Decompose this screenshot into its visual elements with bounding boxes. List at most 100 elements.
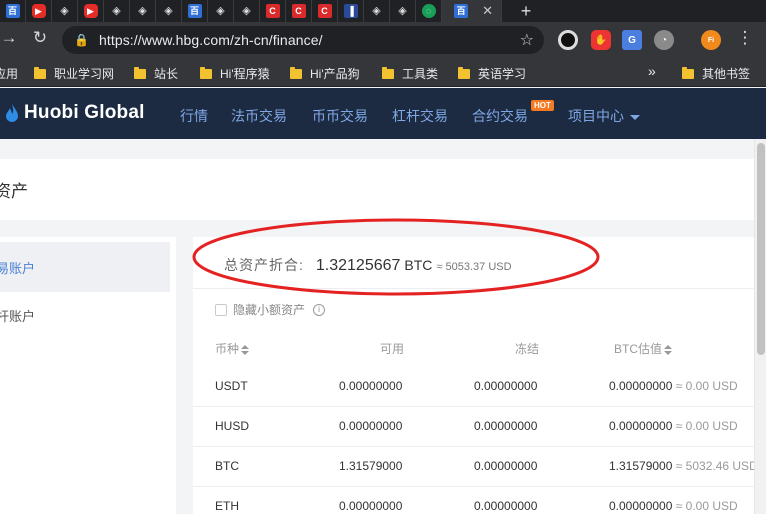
youtube-icon: ▶ — [31, 4, 46, 18]
bookmark-folder[interactable]: 职业学习网 — [34, 65, 114, 82]
browser-tab[interactable]: 百 — [0, 0, 26, 22]
unity-icon: ◈ — [138, 5, 147, 17]
folder-icon — [290, 66, 302, 79]
c-red-icon: C — [291, 4, 306, 18]
translate-icon[interactable]: G — [622, 30, 642, 50]
cell-coin: HUSD — [215, 419, 250, 433]
browser-tab[interactable]: ◈ — [208, 0, 234, 22]
nav-projects[interactable]: 项目中心 — [568, 106, 640, 126]
reload-icon[interactable]: ↻ — [27, 28, 53, 48]
nav-exchange[interactable]: 币币交易 — [312, 106, 368, 126]
unity-icon: ◈ — [112, 5, 121, 17]
info-icon[interactable]: i — [313, 303, 326, 316]
address-bar-url[interactable]: https://www.hbg.com/zh-cn/finance/ — [99, 32, 520, 48]
column-header-available: 可用 — [380, 342, 405, 356]
bookmark-folder[interactable]: 工具类 — [382, 65, 438, 82]
adblock-icon[interactable]: ✋ — [591, 30, 611, 50]
tab-close-icon[interactable]: ✕ — [482, 3, 493, 19]
sidebar-item-exchange-account[interactable]: 易账户 — [0, 242, 170, 292]
browser-tab[interactable]: ◈ — [364, 0, 390, 22]
bookmark-folder[interactable]: Hi'产品狗 — [290, 65, 360, 82]
sort-icon — [241, 344, 250, 355]
table-row: USDT 0.00000000 0.00000000 0.00000000 ≈ … — [193, 367, 754, 407]
baidu-icon: 百 — [187, 4, 202, 18]
browser-tab[interactable]: ◈ — [390, 0, 416, 22]
browser-tab[interactable]: C — [260, 0, 286, 22]
cell-available: 1.31579000 — [339, 459, 403, 473]
table-row: ETH 0.00000000 0.00000000 0.00000000 ≈ 0… — [193, 487, 754, 514]
nav-market[interactable]: 行情 — [180, 106, 208, 126]
bookmark-star-icon[interactable]: ☆ — [520, 30, 534, 50]
c-red-icon: C — [265, 4, 280, 18]
column-header-frozen: 冻结 — [515, 342, 540, 356]
menu-icon[interactable]: ⋮ — [732, 28, 758, 48]
table-row: BTC 1.31579000 0.00000000 1.31579000 ≈ 5… — [193, 447, 758, 487]
folder-icon — [458, 66, 470, 79]
forward-icon[interactable]: → — [0, 28, 22, 48]
browser-tab[interactable]: ◈ — [130, 0, 156, 22]
bookmark-folder[interactable]: 英语学习 — [458, 65, 526, 82]
hide-small-checkbox[interactable] — [215, 303, 227, 316]
unity-icon: ◈ — [216, 5, 225, 17]
sidebar-item-margin-account[interactable]: 杆账户 — [0, 290, 170, 340]
bookmarks-overflow-icon[interactable]: » — [648, 63, 656, 79]
total-btc-unit: BTC — [404, 257, 433, 273]
browser-tab[interactable]: C — [286, 0, 312, 22]
cell-btc-value: 0.00000000 ≈ 0.00 USD — [609, 499, 738, 513]
c-red-icon: C — [317, 4, 332, 18]
nav-otc-trade[interactable]: 法币交易 — [231, 106, 287, 126]
bookmark-folder[interactable]: Hi'程序猿 — [200, 65, 270, 82]
hot-badge: HOT — [531, 100, 554, 111]
hide-small-assets-toggle[interactable]: 隐藏小额资产 i — [215, 301, 326, 318]
browser-tab[interactable]: ◌ — [416, 0, 442, 22]
browser-tab[interactable]: C — [312, 0, 338, 22]
total-usd-value: ≈ 5053.37 USD — [436, 261, 512, 273]
browser-tab[interactable]: ◈ — [52, 0, 78, 22]
nav-contract[interactable]: 合约交易 — [472, 106, 528, 126]
browser-tab[interactable]: ◈ — [104, 0, 130, 22]
address-bar[interactable]: 🔒 https://www.hbg.com/zh-cn/finance/ ☆ — [62, 26, 544, 54]
total-assets-label: 总资产折合: — [224, 257, 304, 273]
huobi-flame-icon — [6, 104, 18, 122]
tool-icon: ▐ — [343, 4, 358, 18]
cell-available: 0.00000000 — [339, 379, 403, 393]
column-header-btc-value[interactable]: BTC估值 — [614, 340, 673, 357]
browser-tab-active[interactable]: 百 ✕ — [442, 0, 502, 22]
column-header-coin[interactable]: 币种 — [215, 340, 250, 357]
chevron-down-icon — [630, 114, 640, 120]
cell-available: 0.00000000 — [339, 499, 403, 513]
bookmark-folder[interactable]: 站长 — [134, 65, 178, 82]
cell-btc-value: 0.00000000 ≈ 0.00 USD — [609, 379, 738, 393]
scrollbar-thumb[interactable] — [757, 143, 765, 355]
bookmark-apps[interactable]: 应用 — [0, 65, 18, 82]
divider — [193, 288, 754, 289]
new-tab-button[interactable]: + — [516, 1, 536, 22]
browser-tab[interactable]: ▶ — [26, 0, 52, 22]
total-assets: 总资产折合: 1.32125667 BTC ≈ 5053.37 USD — [224, 255, 512, 275]
browser-tab[interactable]: ▐ — [338, 0, 364, 22]
bookmarks-bar: 应用 职业学习网 站长 Hi'程序猿 Hi'产品狗 工具类 英语学习 » 其他书… — [0, 58, 766, 87]
profile-avatar[interactable]: Fi — [701, 30, 721, 50]
bookmark-other[interactable]: 其他书签 — [682, 65, 750, 82]
browser-tab[interactable]: ◈ — [156, 0, 182, 22]
nav-margin[interactable]: 杠杆交易 — [392, 106, 448, 126]
extension-circle-icon[interactable] — [558, 30, 578, 50]
unity-icon: ◈ — [60, 5, 69, 17]
logo-text: Huobi Global — [24, 102, 145, 123]
account-sidebar: 易账户 杆账户 — [0, 237, 176, 514]
page-scrollbar[interactable] — [754, 139, 766, 514]
browser-tab-strip: 百 ▶ ◈ ▶ ◈ ◈ ◈ 百 ◈ ◈ C C C ▐ ◈ ◈ ◌ 百 ✕ + — [0, 0, 766, 22]
browser-toolbar: → ↻ 🔒 https://www.hbg.com/zh-cn/finance/… — [0, 22, 766, 58]
extension-gray-icon[interactable]: ◔ — [654, 30, 674, 50]
browser-tab[interactable]: 百 — [182, 0, 208, 22]
unity-icon: ◈ — [398, 5, 407, 17]
folder-icon — [34, 66, 46, 79]
site-logo[interactable]: Huobi Global — [6, 102, 145, 124]
assets-panel: 总资产折合: 1.32125667 BTC ≈ 5053.37 USD 隐藏小额… — [193, 237, 758, 514]
unity-icon: ◈ — [242, 5, 251, 17]
browser-tab[interactable]: ▶ — [78, 0, 104, 22]
cell-frozen: 0.00000000 — [474, 459, 538, 473]
cell-frozen: 0.00000000 — [474, 419, 538, 433]
total-btc-value: 1.32125667 — [315, 257, 401, 274]
browser-tab[interactable]: ◈ — [234, 0, 260, 22]
